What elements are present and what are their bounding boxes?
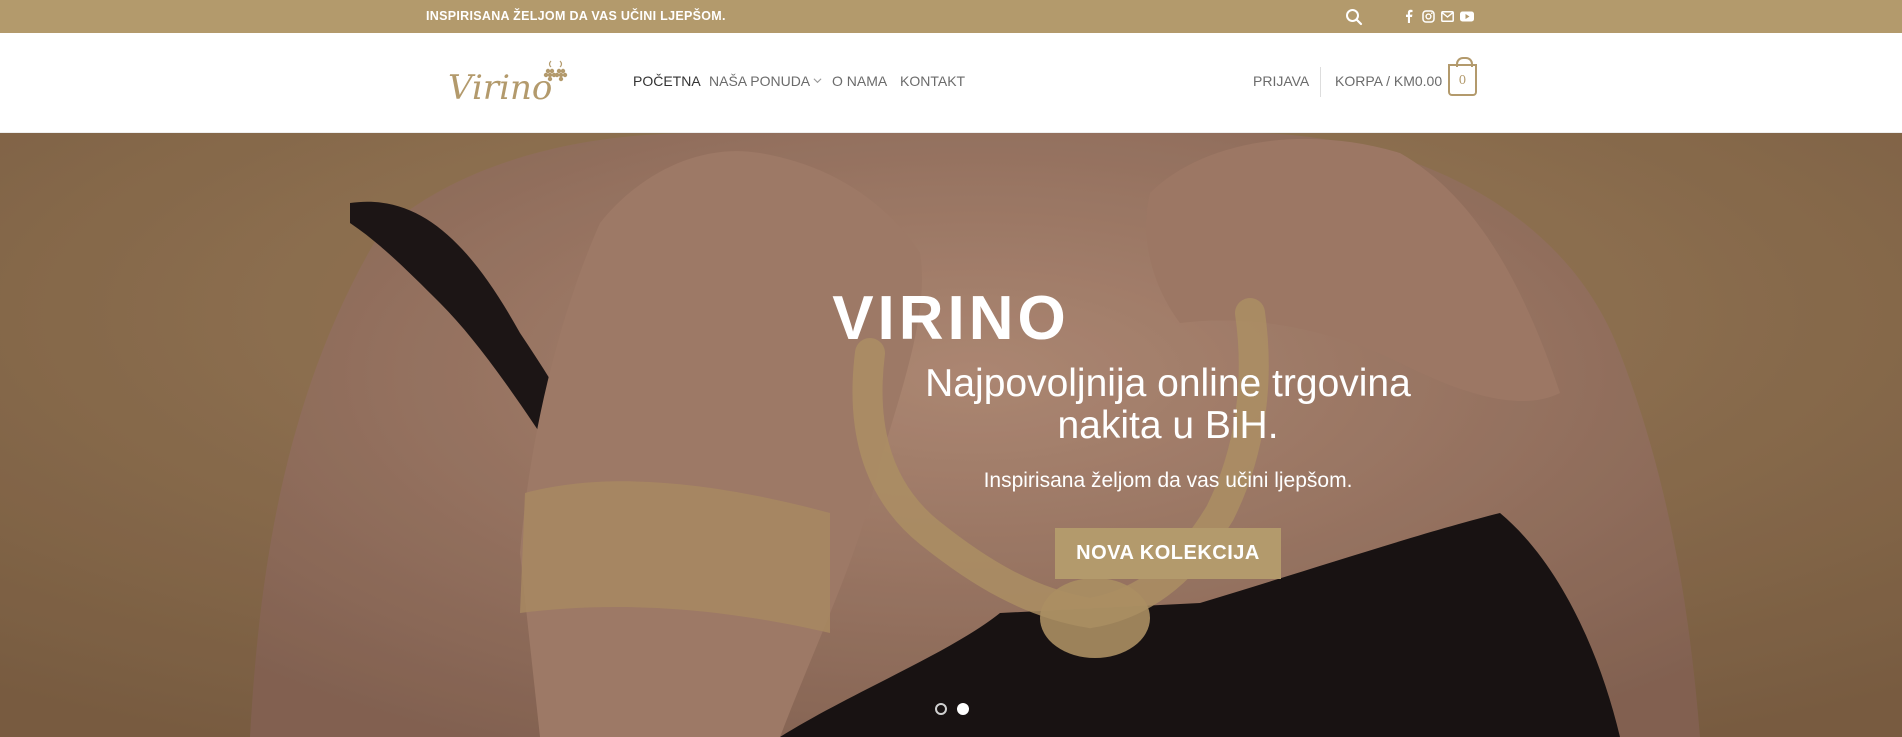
main-header: Virino POČETNA NAŠA PONUDA O NAMA KONTAK… [0,33,1902,133]
logo-wordmark: Virino [448,68,552,108]
nav-item-o-nama[interactable]: O NAMA [832,73,887,89]
nav-item-nasa-ponuda[interactable]: NAŠA PONUDA [709,73,822,89]
top-bar: INSPIRISANA ŽELJOM DA VAS UČINI LJEPŠOM. [0,0,1902,33]
site-logo[interactable]: Virino [446,57,572,109]
chevron-down-icon [813,78,822,84]
hero-subtitle-line-1: Najpovoljnija online trgovina [925,362,1411,405]
hero-title: VIRINO [832,284,1070,353]
search-icon[interactable] [1344,7,1364,27]
hero-subtitle-line-2: nakita u BiH. [1057,404,1279,447]
top-bar-tagline: INSPIRISANA ŽELJOM DA VAS UČINI LJEPŠOM. [426,9,726,23]
slider-dot-2[interactable] [957,703,969,715]
hero-text: Inspirisana željom da vas učini ljepšom. [983,469,1353,492]
facebook-icon[interactable] [1404,8,1414,24]
cart-link[interactable]: KORPA / KM0.00 [1335,73,1442,89]
slider-dot-1[interactable] [935,703,947,715]
hero-subtitle: Najpovoljnija online trgovina nakita u B… [850,363,1486,447]
nav-item-label: NAŠA PONUDA [709,73,811,89]
email-icon[interactable] [1440,8,1455,24]
login-link[interactable]: PRIJAVA [1253,73,1309,89]
youtube-icon[interactable] [1459,8,1475,24]
instagram-icon[interactable] [1421,8,1436,24]
nav-item-pocetna[interactable]: POČETNA [633,73,701,89]
hero-slider: VIRINO Najpovoljnija online trgovina nak… [0,133,1902,737]
new-collection-button[interactable]: NOVA KOLEKCIJA [1055,528,1281,579]
nav-item-kontakt[interactable]: KONTAKT [900,73,965,89]
header-divider [1320,67,1321,97]
cart-count-badge[interactable]: 0 [1448,57,1477,96]
